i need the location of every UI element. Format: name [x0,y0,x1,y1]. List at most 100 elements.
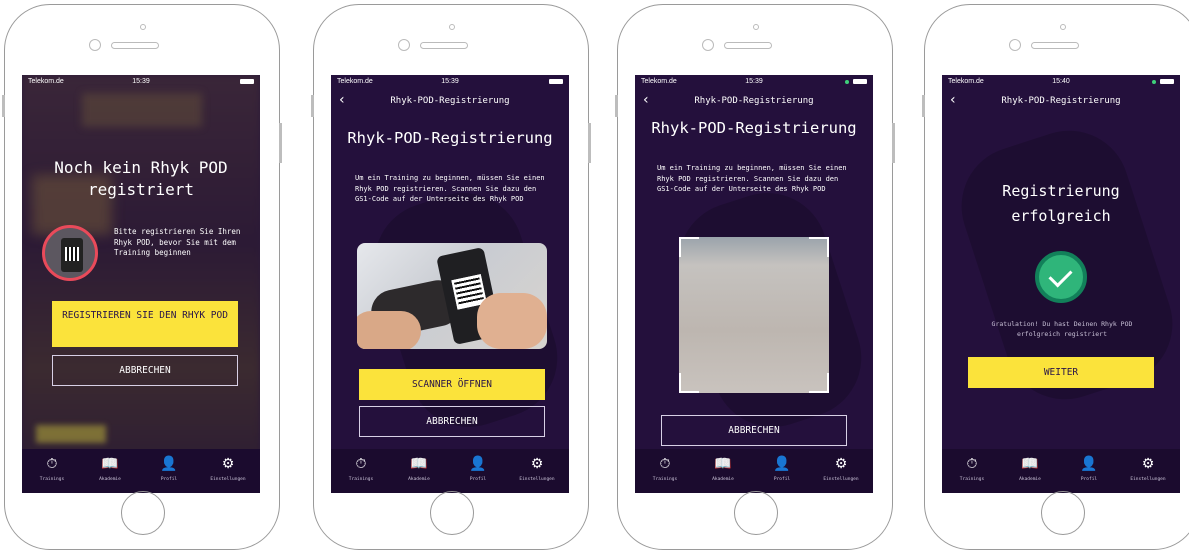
academy-icon: 📖 [714,456,732,472]
viewfinder-corner [809,237,829,257]
viewfinder-corner [679,373,699,393]
stopwatch-icon: ⏱ [659,456,671,472]
status-time: 15:40 [1052,78,1070,85]
tab-profil[interactable]: 👤 Profil [143,455,195,482]
phone-frame-1: Telekom.de 15:39 Noch kein Rhyk POD regi… [2,4,282,550]
qr-code-icon [65,247,79,261]
status-bar: Telekom.de 15:39 [635,75,873,89]
camera-viewfinder[interactable] [679,237,829,393]
side-button [311,95,314,117]
tab-label: Einstellungen [1130,477,1166,482]
tab-label: Trainings [39,477,65,482]
gear-icon: ⚙ [1141,456,1155,472]
camera-dot [753,24,759,30]
hand-illustration [357,311,421,349]
camera-dot [449,24,455,30]
battery-icon [1160,79,1174,84]
tab-akademie[interactable]: 📖 Akademie [1004,455,1056,482]
tab-trainings[interactable]: ⏱ Trainings [946,455,998,482]
tab-label: Trainings [959,477,985,482]
registration-heading: Rhyk-POD-Registrierung [651,119,857,137]
open-scanner-button[interactable]: SCANNER ÖFFNEN [359,369,545,400]
no-pod-message: Bitte registrieren Sie Ihren Rhyk POD, b… [114,227,241,257]
nav-bar: ‹ Rhyk-POD-Registrierung [635,91,873,113]
status-bar: Telekom.de 15:39 [22,75,260,89]
status-bar: Telekom.de 15:39 [331,75,569,89]
cancel-button[interactable]: ABBRECHEN [661,415,847,446]
tab-einstellungen[interactable]: ⚙ Einstellungen [815,455,867,482]
tab-akademie[interactable]: 📖 Akademie [84,455,136,482]
stopwatch-icon: ⏱ [46,456,58,472]
phone-illustration-icon [61,238,83,272]
profile-icon: 👤 [773,456,791,472]
home-button [430,491,474,535]
tab-trainings[interactable]: ⏱ Trainings [335,455,387,482]
tab-label: Trainings [348,477,374,482]
tab-profil[interactable]: 👤 Profil [1063,455,1115,482]
next-button[interactable]: WEITER [968,357,1154,388]
viewfinder-corner [809,373,829,393]
status-time: 15:39 [132,78,150,85]
profile-icon: 👤 [469,456,487,472]
recording-indicator [1152,80,1156,84]
nav-title: Rhyk-POD-Registrierung [1001,96,1121,106]
speaker-grille [420,42,468,49]
screen-no-pod: Telekom.de 15:39 Noch kein Rhyk POD regi… [22,75,260,493]
tab-einstellungen[interactable]: ⚙ Einstellungen [202,455,254,482]
front-camera [89,39,101,51]
front-camera [1009,39,1021,51]
tab-label: Trainings [652,477,678,482]
academy-icon: 📖 [1021,456,1039,472]
side-button [892,123,895,163]
speaker-grille [111,42,159,49]
registration-heading: Rhyk-POD-Registrierung [347,129,553,147]
tab-label: Einstellungen [519,477,555,482]
stopwatch-icon: ⏱ [355,456,367,472]
side-button [279,123,282,163]
tab-label: Profil [160,477,178,482]
tab-label: Akademie [408,477,430,482]
phone-frame-2: Telekom.de 15:39 ‹ Rhyk-POD-Registrierun… [311,4,591,550]
tab-einstellungen[interactable]: ⚙ Einstellungen [1122,455,1174,482]
tab-label: Akademie [712,477,734,482]
camera-dot [1060,24,1066,30]
tab-label: Einstellungen [210,477,246,482]
tab-akademie[interactable]: 📖 Akademie [697,455,749,482]
status-time: 15:39 [441,78,459,85]
tab-label: Profil [469,477,487,482]
screen-registration-success: Telekom.de 15:40 ‹ Rhyk-POD-Registrierun… [942,75,1180,493]
profile-icon: 👤 [1080,456,1098,472]
stopwatch-icon: ⏱ [966,456,978,472]
phone-frame-3: Telekom.de 15:39 ‹ Rhyk-POD-Registrierun… [615,4,895,550]
tab-profil[interactable]: 👤 Profil [756,455,808,482]
tab-trainings[interactable]: ⏱ Trainings [639,455,691,482]
scan-photo [357,243,547,349]
battery-icon [240,79,254,84]
gear-icon: ⚙ [834,456,848,472]
battery-icon [853,79,867,84]
screen-scanner: Telekom.de 15:39 ‹ Rhyk-POD-Registrierun… [635,75,873,493]
success-check-icon [1035,251,1087,303]
tab-label: Profil [1080,477,1098,482]
nav-bar: ‹ Rhyk-POD-Registrierung [942,91,1180,113]
front-camera [702,39,714,51]
register-pod-button[interactable]: REGISTRIEREN SIE DEN RHYK POD [52,301,238,347]
nav-title: Rhyk-POD-Registrierung [694,96,814,106]
tab-bar: ⏱ Trainings 📖 Akademie 👤 Profil ⚙ Einstellun… [22,449,260,493]
nav-bar: ‹ Rhyk-POD-Registrierung [331,91,569,113]
viewfinder-corner [679,237,699,257]
cancel-button[interactable]: ABBRECHEN [359,406,545,437]
tab-akademie[interactable]: 📖 Akademie [393,455,445,482]
gear-icon: ⚙ [221,456,235,472]
cancel-button[interactable]: ABBRECHEN [52,355,238,386]
registration-instructions: Um ein Training zu beginnen, müssen Sie … [355,174,545,203]
tab-profil[interactable]: 👤 Profil [452,455,504,482]
home-button [734,491,778,535]
tab-einstellungen[interactable]: ⚙ Einstellungen [511,455,563,482]
home-button [121,491,165,535]
blurred-banner [82,93,202,127]
side-button [615,95,618,117]
registration-instructions: Um ein Training zu beginnen, müssen Sie … [657,164,847,193]
side-button [922,95,925,117]
tab-trainings[interactable]: ⏱ Trainings [26,455,78,482]
